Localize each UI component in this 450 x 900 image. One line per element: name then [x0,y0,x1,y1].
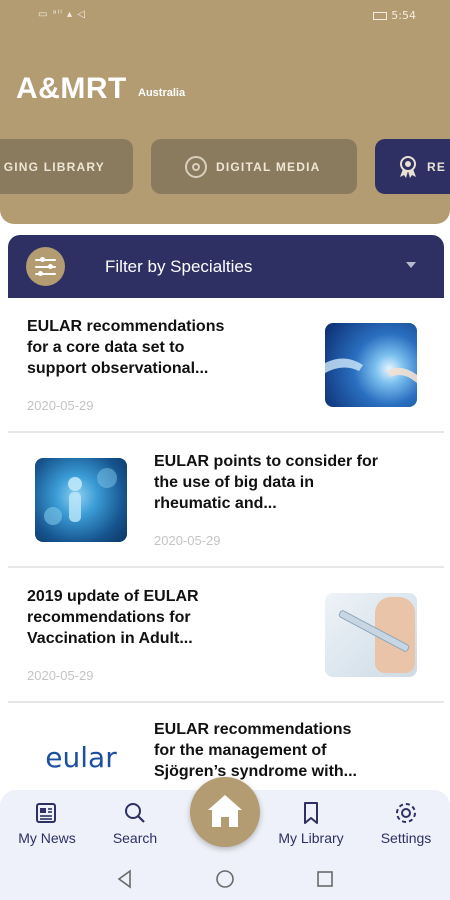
article-thumbnail: eular [25,741,137,785]
gear-icon [361,800,450,826]
system-nav-bar [0,860,450,900]
status-time: 5:54 [391,9,416,22]
article-item[interactable]: EULAR recommendations for a core data se… [8,298,444,433]
region-label: Australia [138,87,186,99]
title-line: Vaccination in Adult... [27,630,193,647]
title-line: EULAR recommendations [27,318,225,335]
status-bar: ▭ ᵃˡˡ ▴ ◁ 5:54 [0,0,450,32]
battery-icon [373,12,388,20]
title-line: for a core data set to [27,339,185,356]
chip-label: RE [427,159,447,174]
article-title: 2019 update of EULAR recommendations for… [27,586,199,649]
nav-label: Settings [380,830,432,846]
home-button[interactable] [190,777,260,847]
header: ▭ ᵃˡˡ ▴ ◁ 5:54 A&MRT Australia GING LIBR… [0,0,450,224]
award-icon [400,155,416,178]
nav-my-news[interactable]: My News [2,800,92,846]
bookmark-icon [266,800,356,826]
chip-label: DIGITAL MEDIA [216,159,321,174]
chip-resources[interactable]: RE [375,139,450,194]
chevron-down-icon[interactable] [406,262,416,268]
article-thumbnail [325,323,417,407]
home-circle-icon[interactable] [215,869,235,889]
article-title: EULAR recommendations for the management… [154,719,357,782]
nav-settings[interactable]: Settings [361,800,450,846]
medical-tech-image [44,468,117,525]
title-line: support observational... [27,360,209,377]
home-icon [208,795,242,827]
article-date: 2020-05-29 [154,533,221,548]
article-thumbnail [35,458,127,542]
status-right: 5:54 [373,9,416,22]
sliders-icon [26,247,65,286]
title-line: EULAR recommendations [154,721,352,738]
search-icon [90,800,180,826]
title-line: 2019 update of EULAR [27,588,199,605]
hands-image [325,358,417,383]
recents-icon[interactable] [315,869,335,889]
nav-my-library[interactable]: My Library [266,800,356,846]
title-line: recommendations for [27,609,191,626]
title-line: the use of big data in [154,474,315,491]
nav-search[interactable]: Search [90,800,180,846]
app-title: A&MRT [16,72,127,105]
chip-digital-media[interactable]: DIGITAL MEDIA [151,139,357,194]
status-icons: ▭ ᵃˡˡ ▴ ◁ [38,9,86,20]
nav-label: My Library [278,830,344,846]
newspaper-icon [2,800,92,826]
article-item[interactable]: 2019 update of EULAR recommendations for… [8,568,444,703]
article-title: EULAR recommendations for a core data se… [27,316,224,379]
article-item[interactable]: EULAR points to consider for the use of … [8,433,444,568]
nav-label: Search [112,830,158,846]
target-icon [185,155,207,178]
nav-label: My News [18,830,76,846]
article-title: EULAR points to consider for the use of … [154,451,378,514]
filter-by-specialties[interactable]: Filter by Specialties [8,235,444,298]
title-line: for the management of [154,742,327,759]
article-date: 2020-05-29 [27,668,94,683]
chip-label: GING LIBRARY [3,159,105,174]
eular-logo: eular [45,741,117,774]
chip-library[interactable]: GING LIBRARY [0,139,133,194]
back-icon[interactable] [115,869,135,889]
filter-label: Filter by Specialties [105,257,253,276]
syringe-image [325,593,417,677]
app-screen: ▭ ᵃˡˡ ▴ ◁ 5:54 A&MRT Australia GING LIBR… [0,0,450,900]
title-line: EULAR points to consider for [154,453,378,470]
title-line: rheumatic and... [154,495,277,512]
article-date: 2020-05-29 [27,398,94,413]
